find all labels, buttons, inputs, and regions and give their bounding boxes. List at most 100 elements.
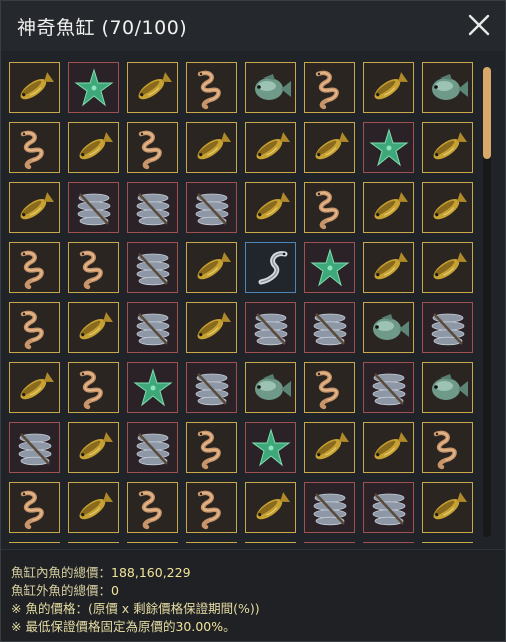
eel-icon <box>13 486 57 530</box>
fish-slot[interactable] <box>245 302 296 353</box>
fish-slot[interactable] <box>422 62 473 113</box>
fish-slot[interactable] <box>186 362 237 413</box>
eel-icon <box>190 426 234 470</box>
fish-slot[interactable] <box>186 542 237 543</box>
green-fish-icon <box>426 366 470 410</box>
fish-slot[interactable] <box>68 482 119 533</box>
fish-slot[interactable] <box>245 362 296 413</box>
sardines-icon <box>190 366 234 410</box>
fish-slot[interactable] <box>127 302 178 353</box>
fish-slot[interactable] <box>304 542 355 543</box>
fish-slot[interactable] <box>127 182 178 233</box>
eel-icon <box>72 366 116 410</box>
fish-grid <box>9 62 473 543</box>
inside-total-label: 魚缸內魚的總價： <box>11 565 112 580</box>
sardines-icon <box>190 186 234 230</box>
green-fish-icon <box>367 306 411 350</box>
outside-total-line: 魚缸外魚的總價：0 <box>11 580 119 599</box>
fish-slot[interactable] <box>422 482 473 533</box>
fish-slot[interactable] <box>127 362 178 413</box>
fish-slot[interactable] <box>186 62 237 113</box>
fish-slot[interactable] <box>9 542 60 543</box>
fish-slot[interactable] <box>304 182 355 233</box>
fish-slot[interactable] <box>245 242 296 293</box>
fish-slot[interactable] <box>304 422 355 473</box>
fish-slot[interactable] <box>422 182 473 233</box>
fish-slot[interactable] <box>9 122 60 173</box>
fish-slot[interactable] <box>245 422 296 473</box>
sardines-icon <box>249 306 293 350</box>
fish-slot[interactable] <box>186 482 237 533</box>
fish-slot[interactable] <box>422 242 473 293</box>
yellow-fish-icon <box>367 66 411 110</box>
fish-slot[interactable] <box>186 182 237 233</box>
scrollbar[interactable] <box>483 67 491 537</box>
fish-slot[interactable] <box>127 242 178 293</box>
fish-slot[interactable] <box>127 542 178 543</box>
yellow-fish-icon <box>426 126 470 170</box>
fish-slot[interactable] <box>422 422 473 473</box>
fish-slot[interactable] <box>186 422 237 473</box>
fish-slot[interactable] <box>245 482 296 533</box>
fish-slot[interactable] <box>363 242 414 293</box>
fish-slot[interactable] <box>422 122 473 173</box>
fish-slot[interactable] <box>9 362 60 413</box>
fish-slot[interactable] <box>304 62 355 113</box>
fish-slot[interactable] <box>186 302 237 353</box>
yellow-fish-icon <box>190 306 234 350</box>
fish-slot[interactable] <box>68 302 119 353</box>
sardines-icon <box>13 426 57 470</box>
fish-slot[interactable] <box>422 542 473 543</box>
sardines-icon <box>426 306 470 350</box>
yellow-fish-icon <box>72 306 116 350</box>
yellow-fish-icon <box>72 486 116 530</box>
fish-slot[interactable] <box>9 302 60 353</box>
fish-slot[interactable] <box>127 482 178 533</box>
scrollbar-thumb[interactable] <box>483 67 491 159</box>
fish-slot[interactable] <box>304 302 355 353</box>
fish-slot[interactable] <box>363 122 414 173</box>
fish-slot[interactable] <box>9 482 60 533</box>
fish-slot[interactable] <box>68 542 119 543</box>
fish-slot[interactable] <box>304 362 355 413</box>
fish-slot[interactable] <box>68 122 119 173</box>
fish-slot[interactable] <box>245 542 296 543</box>
fish-slot[interactable] <box>422 362 473 413</box>
sardines-icon <box>131 426 175 470</box>
fish-slot[interactable] <box>363 422 414 473</box>
fish-slot[interactable] <box>68 62 119 113</box>
fish-slot[interactable] <box>9 422 60 473</box>
fish-slot[interactable] <box>363 182 414 233</box>
fish-slot[interactable] <box>9 182 60 233</box>
eel-icon <box>308 186 352 230</box>
fish-slot[interactable] <box>186 122 237 173</box>
sardines-icon <box>367 486 411 530</box>
fish-slot[interactable] <box>422 302 473 353</box>
fish-slot[interactable] <box>363 302 414 353</box>
fish-slot[interactable] <box>245 122 296 173</box>
fish-slot[interactable] <box>245 182 296 233</box>
fish-slot[interactable] <box>127 62 178 113</box>
fish-slot[interactable] <box>304 482 355 533</box>
close-button[interactable] <box>465 11 493 39</box>
fish-slot[interactable] <box>9 242 60 293</box>
yellow-fish-icon <box>13 186 57 230</box>
fish-slot[interactable] <box>186 242 237 293</box>
fish-slot[interactable] <box>304 242 355 293</box>
fish-slot[interactable] <box>363 362 414 413</box>
fish-slot[interactable] <box>363 542 414 543</box>
fish-slot[interactable] <box>68 242 119 293</box>
minimum-price-percent: 30.00% <box>175 619 224 634</box>
fish-slot[interactable] <box>127 422 178 473</box>
minimum-price-note: ※ 最低保證價格固定為原價的30.00%。 <box>11 616 236 635</box>
fish-slot[interactable] <box>363 482 414 533</box>
fish-slot[interactable] <box>127 122 178 173</box>
fish-slot[interactable] <box>68 182 119 233</box>
sardines-icon <box>72 186 116 230</box>
fish-slot[interactable] <box>68 362 119 413</box>
fish-slot[interactable] <box>304 122 355 173</box>
fish-slot[interactable] <box>245 62 296 113</box>
fish-slot[interactable] <box>363 62 414 113</box>
fish-slot[interactable] <box>68 422 119 473</box>
fish-slot[interactable] <box>9 62 60 113</box>
